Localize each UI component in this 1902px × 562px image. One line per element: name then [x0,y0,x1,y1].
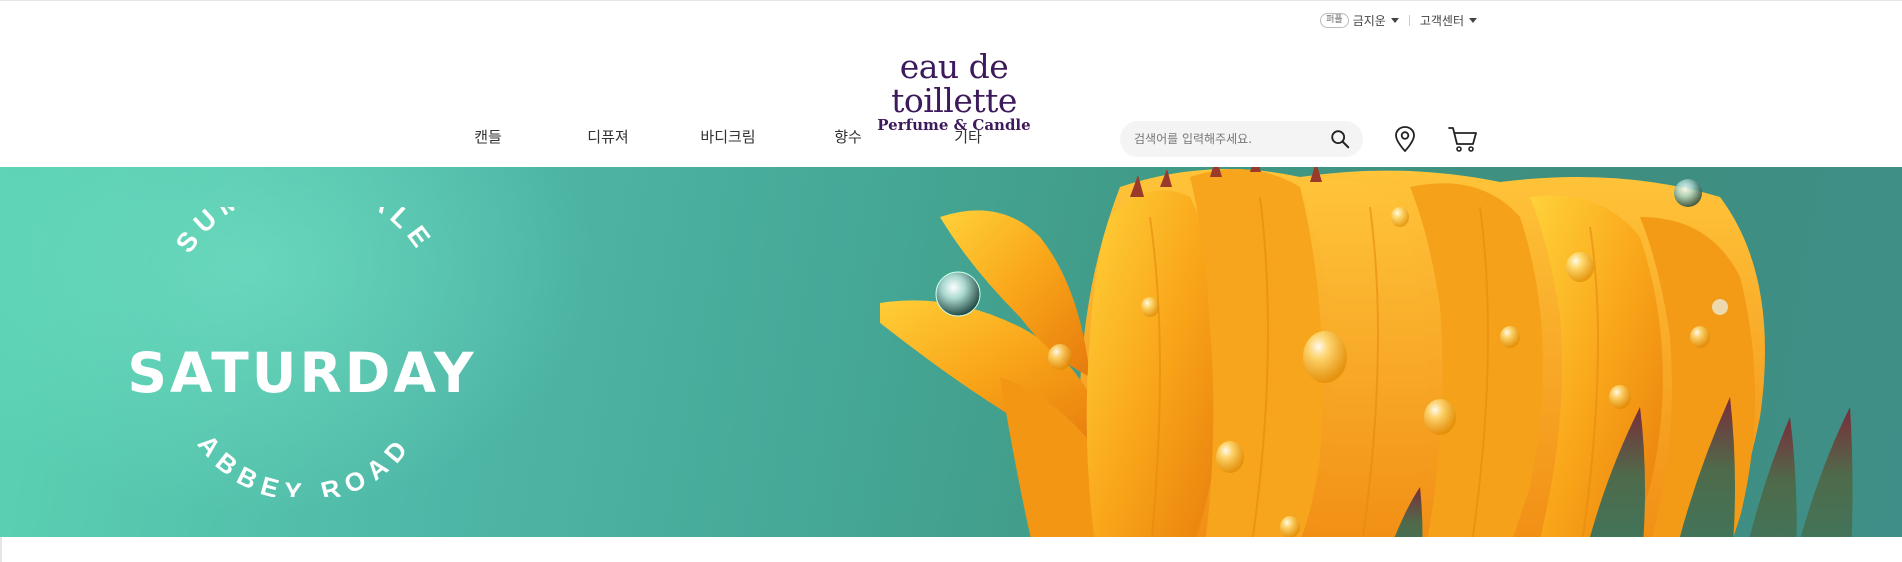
customer-center-menu[interactable]: 고객센터 [1420,12,1477,29]
logo-title: eau de toillette [891,47,1017,120]
user-name: 금지운 [1352,13,1386,28]
hero-text-group: SUMMER SALE SATURDAY ABBEY ROAD [127,207,476,497]
nav-item-etc[interactable]: 기타 [913,126,1023,147]
top-border [0,0,1902,1]
site-logo[interactable]: eau de toillette Perfume & Candle [838,47,1070,133]
chevron-down-icon [1390,17,1399,23]
hero-arc-top-text: SUMMER SALE [170,207,440,258]
flower-image [880,167,1853,537]
nav-item-body-cream[interactable]: 바디크림 [673,126,783,147]
nav-item-perfume[interactable]: 향수 [793,126,903,147]
cart-icon[interactable] [1448,125,1478,153]
search-box [1120,121,1363,157]
nav-item-candle[interactable]: 캔들 [433,126,543,147]
hero-banner[interactable]: SUMMER SALE SATURDAY ABBEY ROAD [0,167,1902,537]
divider [1408,14,1410,26]
scroll-edge [0,537,9,562]
search-icon[interactable] [1329,128,1351,150]
customer-center-label: 고객센터 [1419,13,1464,28]
search-input[interactable] [1134,132,1324,146]
hero-headline: SATURDAY [127,341,476,405]
membership-badge: 퍼플 [1320,12,1349,28]
content-area [0,537,1902,562]
hero-arc-bottom-text: ABBEY ROAD [192,429,418,497]
nav-item-diffuser[interactable]: 디퓨져 [553,126,663,147]
user-menu[interactable]: 퍼플 금지운 [1320,12,1399,29]
map-pin-icon[interactable] [1393,125,1417,153]
utility-bar: 퍼플 금지운 고객센터 [1320,12,1477,28]
chevron-down-icon [1469,17,1477,23]
